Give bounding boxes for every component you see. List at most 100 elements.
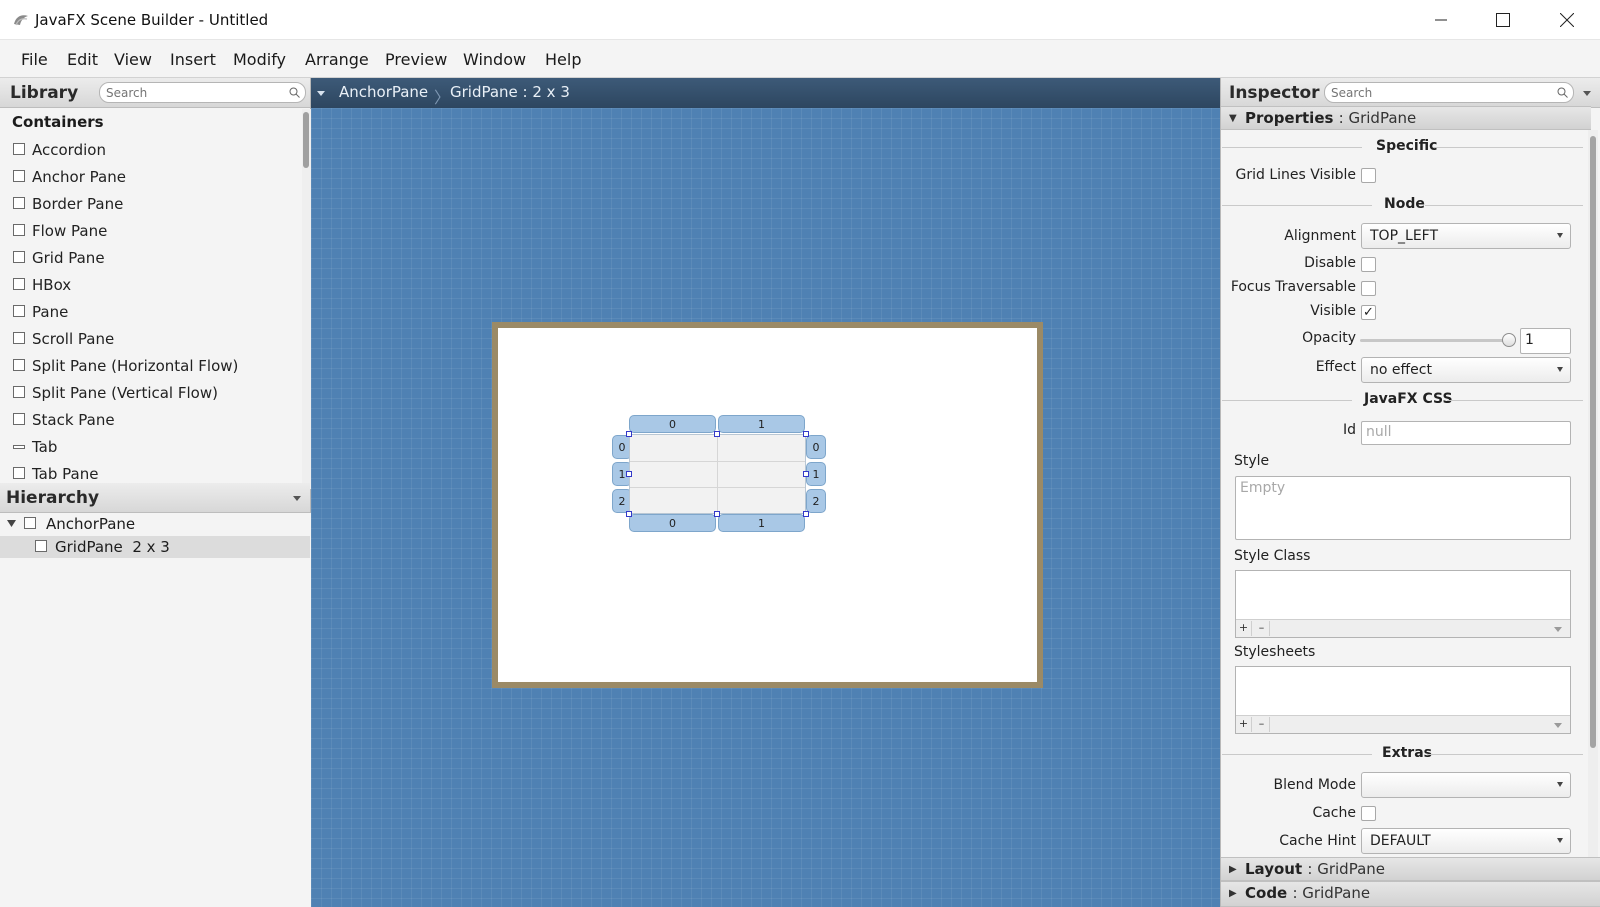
breadcrumb-menu-arrow-icon[interactable] — [317, 91, 325, 97]
blend-mode-combo[interactable] — [1361, 772, 1571, 798]
menu-modify[interactable]: Modify — [233, 50, 286, 69]
design-canvas[interactable]: AnchorPane 〉 GridPane : 2 x 3 0 1 0 1 2 … — [311, 78, 1220, 907]
hierarchy-item-gridpane[interactable]: GridPane 2 x 3 — [0, 536, 310, 558]
dropdown-arrow-icon[interactable] — [1554, 723, 1562, 728]
inspector-search[interactable] — [1324, 82, 1574, 103]
resize-handle-top[interactable] — [714, 431, 720, 437]
flow-pane-icon — [13, 224, 25, 236]
library-search-input[interactable] — [106, 84, 287, 101]
library-search[interactable] — [99, 82, 306, 103]
library-item-split-pane-horizontal[interactable]: Split Pane (Horizontal Flow) — [0, 354, 300, 380]
library-item-flow-pane[interactable]: Flow Pane — [0, 219, 300, 245]
pane-icon — [13, 305, 25, 317]
split-pane-vertical-icon — [13, 386, 25, 398]
library-section-containers[interactable]: Containers — [12, 113, 104, 131]
hierarchy-menu-arrow-icon[interactable] — [293, 496, 301, 502]
gridpane-row-header-right-0[interactable]: 0 — [806, 435, 826, 459]
code-section-header[interactable]: ▶ Code : GridPane — [1221, 881, 1600, 907]
grid-lines-visible-checkbox[interactable] — [1361, 168, 1376, 183]
anchor-pane-icon — [13, 170, 25, 182]
hierarchy-item-anchorpane[interactable]: AnchorPane — [0, 513, 310, 535]
cache-hint-combo[interactable]: DEFAULT — [1361, 828, 1571, 854]
breadcrumb-gridpane[interactable]: GridPane : 2 x 3 — [450, 83, 570, 101]
library-item-scroll-pane[interactable]: Scroll Pane — [0, 327, 300, 353]
expand-arrow-icon[interactable] — [7, 520, 16, 528]
gridpane-column-footer-1[interactable]: 1 — [718, 514, 805, 532]
remove-style-class-button[interactable]: – — [1254, 621, 1270, 636]
maximize-button[interactable] — [1472, 0, 1534, 40]
style-class-list[interactable]: + – — [1235, 570, 1571, 638]
library-item-border-pane[interactable]: Border Pane — [0, 192, 300, 218]
properties-section-header[interactable]: ▼ Properties : GridPane — [1221, 106, 1591, 130]
disable-label: Disable — [1304, 255, 1356, 271]
opacity-slider[interactable] — [1360, 339, 1510, 342]
library-item-tab[interactable]: Tab — [0, 435, 300, 461]
gridpane-column-header-1[interactable]: 1 — [718, 415, 805, 433]
library-item-accordion[interactable]: Accordion — [0, 138, 300, 164]
library-item-hbox[interactable]: HBox — [0, 273, 300, 299]
library-item-grid-pane[interactable]: Grid Pane — [0, 246, 300, 272]
library-header: Library — [0, 78, 310, 108]
inspector-search-input[interactable] — [1331, 84, 1555, 101]
library-item-stack-pane[interactable]: Stack Pane — [0, 408, 300, 434]
inspector-scroll-thumb[interactable] — [1590, 136, 1596, 748]
close-button[interactable] — [1536, 0, 1598, 40]
stylesheets-list[interactable]: + – — [1235, 666, 1571, 734]
menu-edit[interactable]: Edit — [67, 50, 98, 69]
id-field[interactable] — [1361, 421, 1571, 445]
gridpane-row-header-right-1[interactable]: 1 — [806, 462, 826, 486]
style-textarea[interactable] — [1235, 476, 1571, 540]
remove-stylesheet-button[interactable]: – — [1254, 717, 1270, 732]
gridpane-body[interactable] — [629, 434, 806, 514]
resize-handle-left[interactable] — [626, 471, 632, 477]
effect-combo[interactable]: no effect — [1361, 357, 1571, 383]
resize-handle-right[interactable] — [803, 471, 809, 477]
focus-traversable-checkbox[interactable] — [1361, 281, 1376, 296]
gridpane-column-footer-0[interactable]: 0 — [629, 514, 716, 532]
resize-handle-top-right[interactable] — [803, 431, 809, 437]
group-title-specific: Specific — [1376, 138, 1438, 154]
hierarchy-tree: AnchorPane GridPane 2 x 3 — [0, 513, 311, 907]
id-label: Id — [1342, 422, 1356, 438]
opacity-slider-thumb[interactable] — [1502, 333, 1516, 347]
dropdown-arrow-icon[interactable] — [1554, 627, 1562, 632]
menu-view[interactable]: View — [114, 50, 152, 69]
menu-arrange[interactable]: Arrange — [305, 50, 369, 69]
minimize-button[interactable] — [1410, 0, 1472, 40]
library-scrollbar[interactable] — [302, 109, 311, 489]
library-scroll-thumb[interactable] — [303, 112, 309, 168]
disable-checkbox[interactable] — [1361, 257, 1376, 272]
menu-file[interactable]: File — [21, 50, 48, 69]
gridpane-row-divider — [630, 461, 805, 462]
dropdown-arrow-icon — [1557, 367, 1563, 372]
breadcrumb-anchorpane[interactable]: AnchorPane — [339, 83, 428, 101]
resize-handle-top-left[interactable] — [626, 431, 632, 437]
menu-preview[interactable]: Preview — [385, 50, 447, 69]
add-stylesheet-button[interactable]: + — [1236, 717, 1252, 732]
add-style-class-button[interactable]: + — [1236, 621, 1252, 636]
close-icon — [1560, 13, 1574, 27]
inspector-menu-arrow-icon[interactable] — [1583, 91, 1591, 97]
resize-handle-bottom-left[interactable] — [626, 511, 632, 517]
visible-checkbox[interactable]: ✓ — [1361, 305, 1376, 320]
library-item-split-pane-vertical[interactable]: Split Pane (Vertical Flow) — [0, 381, 300, 407]
inspector-scrollbar[interactable] — [1588, 130, 1598, 858]
divider — [1222, 205, 1372, 206]
menu-window[interactable]: Window — [463, 50, 526, 69]
gridpane-column-header-0[interactable]: 0 — [629, 415, 716, 433]
library-item-pane[interactable]: Pane — [0, 300, 300, 326]
alignment-label: Alignment — [1284, 228, 1356, 244]
cache-checkbox[interactable] — [1361, 806, 1376, 821]
library-item-anchor-pane[interactable]: Anchor Pane — [0, 165, 300, 191]
resize-handle-bottom-right[interactable] — [803, 511, 809, 517]
menu-help[interactable]: Help — [545, 50, 581, 69]
gridpane-row-header-right-2[interactable]: 2 — [806, 489, 826, 513]
hierarchy-title: Hierarchy — [6, 488, 100, 508]
resize-handle-bottom[interactable] — [714, 511, 720, 517]
inspector-header: Inspector — [1221, 78, 1600, 108]
alignment-combo[interactable]: TOP_LEFT — [1361, 223, 1571, 249]
opacity-field[interactable] — [1520, 328, 1571, 354]
layout-section-header[interactable]: ▶ Layout : GridPane — [1221, 857, 1600, 881]
menu-insert[interactable]: Insert — [170, 50, 216, 69]
anchor-pane-preview[interactable]: 0 1 0 1 2 0 1 2 0 1 — [492, 322, 1043, 688]
